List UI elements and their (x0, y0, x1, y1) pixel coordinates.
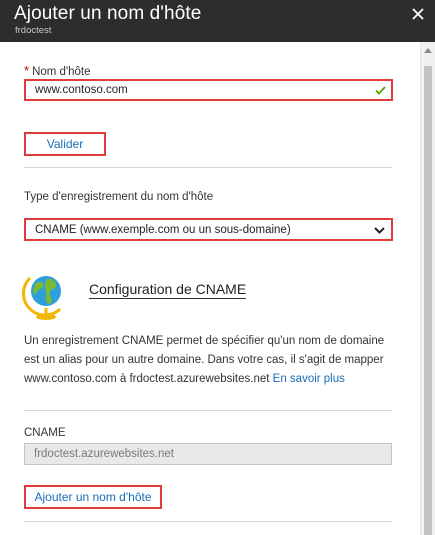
scrollbar-thumb[interactable] (424, 66, 432, 535)
close-icon (412, 8, 424, 20)
cname-description: Un enregistrement CNAME permet de spécif… (24, 332, 394, 389)
validate-button[interactable]: Valider (24, 132, 106, 156)
hostname-input[interactable]: www.contoso.com (24, 79, 393, 101)
cname-field-label: CNAME (24, 427, 66, 439)
hostname-label: * Nom d'hôte (24, 63, 91, 78)
cname-value-field: frdoctest.azurewebsites.net (24, 443, 392, 465)
record-type-label: Type d'enregistrement du nom d'hôte (24, 191, 214, 203)
chevron-down-icon (374, 227, 385, 234)
close-button[interactable] (407, 3, 429, 25)
divider (24, 167, 392, 168)
scrollbar[interactable] (420, 42, 435, 535)
divider (24, 521, 392, 522)
cname-section-title: Configuration de CNAME (89, 281, 247, 299)
record-type-selected: CNAME (www.exemple.com ou un sous-domain… (35, 223, 291, 236)
required-marker: * (24, 63, 30, 78)
divider (24, 410, 392, 411)
hostname-input-value: www.contoso.com (35, 84, 128, 96)
learn-more-link[interactable]: En savoir plus (273, 373, 345, 385)
check-icon (375, 86, 386, 95)
blade-subtitle: frdoctest (15, 25, 52, 36)
record-type-select[interactable]: CNAME (www.exemple.com ou un sous-domain… (24, 218, 393, 241)
globe-icon (22, 276, 62, 320)
hostname-label-text: Nom d'hôte (32, 66, 91, 78)
scroll-up-arrow-icon[interactable] (424, 48, 432, 53)
cname-value-text: frdoctest.azurewebsites.net (34, 448, 174, 460)
add-hostname-button[interactable]: Ajouter un nom d'hôte (24, 485, 162, 509)
blade-title: Ajouter un nom d'hôte (14, 3, 202, 24)
blade-header: Ajouter un nom d'hôte frdoctest (0, 0, 435, 42)
